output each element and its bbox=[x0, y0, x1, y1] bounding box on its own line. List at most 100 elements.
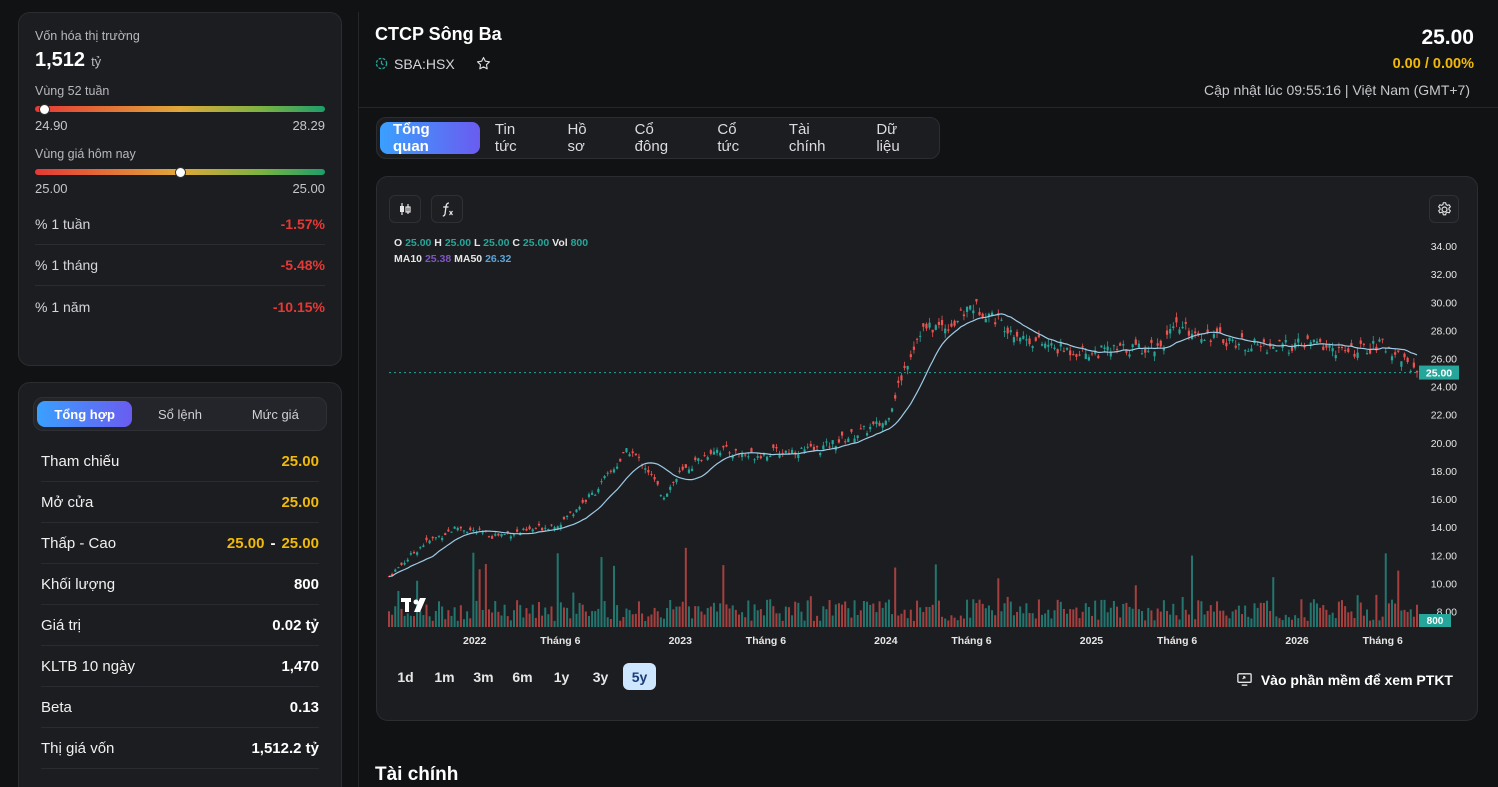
candle-body bbox=[887, 418, 891, 420]
volume-bar bbox=[1103, 599, 1106, 627]
candle-body bbox=[806, 446, 809, 448]
candle-body bbox=[1178, 329, 1181, 334]
candle-body bbox=[628, 454, 631, 457]
candle-body bbox=[441, 537, 444, 540]
candle-body bbox=[909, 354, 912, 358]
candle-body bbox=[403, 562, 406, 565]
candle-body bbox=[919, 335, 922, 337]
ticker-row: SBA:HSX bbox=[375, 55, 492, 72]
candle-body bbox=[881, 423, 884, 428]
candle-body bbox=[581, 500, 584, 503]
candle-body bbox=[516, 529, 519, 532]
volume-bar bbox=[831, 615, 834, 627]
volume-bar bbox=[1116, 606, 1119, 627]
candle-body bbox=[1159, 340, 1162, 347]
candle-body bbox=[437, 535, 441, 537]
volume-bar bbox=[778, 613, 781, 627]
candle-body bbox=[394, 569, 397, 572]
candle-body bbox=[625, 448, 628, 453]
volume-bar bbox=[1306, 620, 1309, 627]
volume-bar bbox=[519, 605, 522, 627]
candle-body bbox=[862, 425, 866, 427]
range-1d[interactable]: 1d bbox=[389, 663, 422, 690]
volume-bar bbox=[734, 609, 737, 627]
volume-bar bbox=[941, 616, 944, 627]
company-name: CTCP Sông Ba bbox=[375, 24, 502, 44]
candle-body bbox=[844, 441, 847, 443]
candle-body bbox=[1353, 353, 1356, 357]
volume-bar bbox=[987, 605, 990, 627]
open-ta-software-link[interactable]: Vào phần mềm để xem PTKT bbox=[1236, 671, 1453, 688]
price-chart-card: O 25.00 H 25.00 L 25.00 C 25.00 Vol 800 … bbox=[376, 176, 1478, 721]
stat-label: Giá trị bbox=[41, 616, 82, 634]
candle-body bbox=[472, 529, 475, 531]
perf-value: -10.15% bbox=[272, 298, 325, 315]
range-1m[interactable]: 1m bbox=[428, 663, 461, 690]
volume-bar bbox=[1278, 618, 1281, 627]
volume-bar bbox=[1069, 609, 1072, 627]
volume-bar bbox=[456, 620, 459, 627]
candle-body bbox=[1106, 346, 1109, 351]
tab-overview[interactable]: Tổng quan bbox=[380, 121, 480, 155]
candle-body bbox=[706, 457, 709, 460]
price-chart[interactable]: 34.00 32.00 30.00 28.00 26.00 24.00 22.00 20.00… bbox=[377, 177, 1477, 647]
range-6m[interactable]: 6m bbox=[506, 663, 539, 690]
volume-bar bbox=[719, 603, 722, 627]
volume-bar bbox=[1241, 614, 1244, 627]
perf-row-1w: % 1 tuần -1.57% bbox=[35, 204, 325, 245]
tab-financials[interactable]: Tài chính bbox=[776, 121, 862, 155]
candle-body bbox=[647, 469, 650, 473]
candle-body bbox=[1147, 350, 1150, 352]
volume-bar bbox=[400, 608, 403, 627]
perf-label: % 1 tháng bbox=[35, 257, 99, 273]
candle-body bbox=[850, 429, 853, 432]
candle-body bbox=[775, 446, 778, 449]
volume-bar bbox=[803, 620, 806, 627]
volume-bar bbox=[1256, 607, 1259, 627]
volume-bar bbox=[962, 618, 965, 627]
volume-bar bbox=[394, 606, 397, 627]
volume-bar bbox=[647, 616, 650, 627]
candle-body bbox=[1265, 352, 1269, 354]
x-tick-label: 2024 bbox=[874, 635, 898, 647]
tab-data[interactable]: Dữ liệu bbox=[863, 121, 936, 155]
range-52w-bar bbox=[35, 103, 325, 115]
volume-bar bbox=[1153, 620, 1156, 627]
candle-body bbox=[1222, 339, 1225, 344]
range-5y[interactable]: 5y bbox=[623, 663, 656, 690]
range-3m[interactable]: 3m bbox=[467, 663, 500, 690]
range-1y[interactable]: 1y bbox=[545, 663, 578, 690]
volume-bar bbox=[1287, 617, 1290, 627]
tab-price-levels[interactable]: Mức giá bbox=[228, 401, 323, 427]
candle-body bbox=[825, 441, 828, 443]
candle-body bbox=[1381, 338, 1384, 340]
volume-bar bbox=[1362, 615, 1365, 627]
tab-summary[interactable]: Tổng hợp bbox=[37, 401, 133, 427]
volume-bar bbox=[937, 600, 940, 627]
candle-body bbox=[1012, 337, 1016, 343]
volume-bar bbox=[397, 590, 400, 627]
volume-bar bbox=[1178, 619, 1181, 627]
volume-bar bbox=[578, 603, 581, 627]
candle-body bbox=[503, 533, 506, 535]
tab-profile[interactable]: Hồ sơ bbox=[554, 121, 619, 155]
volume-bar bbox=[1016, 611, 1019, 627]
x-tick-label: Tháng 6 bbox=[1157, 635, 1197, 647]
tab-dividends[interactable]: Cổ tức bbox=[704, 121, 773, 155]
volume-bar bbox=[1075, 607, 1078, 627]
stat-row-avg10: KLTB 10 ngày 1,470 bbox=[41, 646, 319, 687]
star-icon[interactable] bbox=[475, 55, 492, 72]
candle-body bbox=[678, 470, 681, 473]
candle-body bbox=[937, 321, 941, 325]
tab-news[interactable]: Tin tức bbox=[482, 121, 553, 155]
volume-bar bbox=[822, 606, 825, 627]
candle-body bbox=[709, 450, 712, 454]
tab-order-book[interactable]: Sổ lệnh bbox=[132, 401, 227, 427]
candle-body bbox=[915, 338, 919, 340]
range-3y[interactable]: 3y bbox=[584, 663, 617, 690]
tab-shareholders[interactable]: Cổ đông bbox=[622, 121, 703, 155]
volume-bar bbox=[1094, 600, 1097, 627]
volume-bar bbox=[503, 604, 506, 627]
volume-bar bbox=[1378, 620, 1381, 627]
volume-bar bbox=[1253, 603, 1256, 627]
